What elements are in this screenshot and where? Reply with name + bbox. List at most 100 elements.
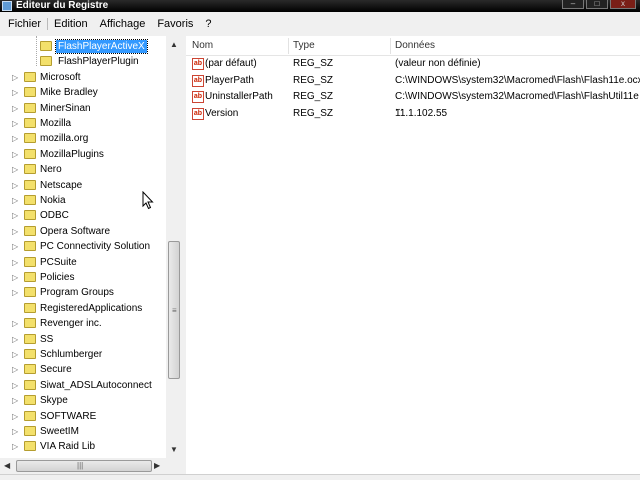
value-row[interactable]: ab PlayerPath REG_SZ C:\WINDOWS\system32\Ma… [186, 73, 640, 90]
expand-arrow-icon[interactable]: ▷ [12, 88, 19, 97]
tree-item-label: Policies [40, 272, 75, 283]
close-button[interactable]: x [610, 0, 636, 9]
tree-item[interactable]: ▷ Mozilla [0, 116, 166, 131]
menu-fichier[interactable]: Fichier [2, 18, 47, 30]
expand-arrow-icon[interactable]: ▷ [12, 211, 19, 220]
expand-arrow-icon[interactable]: ▷ [12, 104, 19, 113]
tree-item[interactable]: RegisteredApplications [0, 301, 166, 316]
tree-item-label: Revenger inc. [40, 318, 102, 330]
tree-item-label: PC Connectivity Solution [40, 241, 151, 253]
tree-item[interactable]: ▷ Siwat_ADSLAutoconnect [0, 378, 166, 393]
horizontal-scroll-thumb[interactable]: ||| [16, 460, 152, 472]
value-type: REG_SZ [293, 91, 334, 103]
expand-arrow-icon[interactable]: ▷ [12, 73, 19, 82]
expand-arrow-icon[interactable]: ▷ [12, 427, 19, 436]
menu-edition[interactable]: Edition [48, 18, 94, 30]
tree-item[interactable]: ▷ Nero [0, 162, 166, 177]
tree-item-label: Mike Bradley [40, 87, 98, 99]
tree-vertical-scrollbar[interactable]: ▲ ≡ ▼ [166, 36, 182, 458]
tree-item[interactable]: ▷ Mike Bradley [0, 85, 166, 100]
menu-affichage[interactable]: Affichage [94, 18, 152, 30]
expand-arrow-icon[interactable]: ▷ [12, 165, 19, 174]
tree-item[interactable]: ▷ Revenger inc. [0, 316, 166, 331]
tree-item-label: SS [40, 333, 54, 345]
expand-arrow-icon[interactable] [28, 57, 35, 66]
minimize-button[interactable]: – [562, 0, 584, 9]
expand-arrow-icon[interactable]: ▷ [12, 258, 19, 267]
expand-arrow-icon[interactable]: ▷ [12, 442, 19, 451]
folder-icon [24, 71, 36, 82]
value-type: REG_SZ [293, 108, 334, 120]
expand-arrow-icon[interactable]: ▷ [12, 181, 19, 190]
registry-key-tree[interactable]: FlashPlayerActiveX FlashPlayerPlugin ▷ Micr… [0, 36, 182, 474]
expand-arrow-icon[interactable]: ▷ [12, 273, 19, 282]
scroll-left-arrow-icon[interactable]: ◀ [4, 461, 10, 470]
tree-item[interactable]: ▷ PCSuite [0, 255, 166, 270]
expand-arrow-icon[interactable]: ▷ [12, 365, 19, 374]
tree-item[interactable]: ▷ Policies [0, 270, 166, 285]
tree-item-label: mozilla.org [40, 133, 89, 145]
tree-item[interactable]: ▷ Microsoft [0, 70, 166, 85]
tree-item[interactable]: ▷ Opera Software [0, 224, 166, 239]
expand-arrow-icon[interactable]: ▷ [12, 242, 19, 251]
column-divider[interactable] [288, 38, 289, 54]
menu-help[interactable]: ? [199, 18, 217, 30]
window-controls: – □ x [562, 0, 636, 9]
tree-item[interactable]: FlashPlayerActiveX [0, 39, 166, 54]
expand-arrow-icon[interactable]: ▷ [12, 227, 19, 236]
expand-arrow-icon[interactable]: ▷ [12, 119, 19, 128]
expand-arrow-icon[interactable]: ▷ [12, 350, 19, 359]
folder-icon [24, 287, 36, 298]
expand-arrow-icon[interactable]: ▷ [12, 150, 19, 159]
value-row[interactable]: ab (par défaut) REG_SZ (valeur non définie) [186, 56, 640, 73]
folder-icon [24, 395, 36, 406]
value-row[interactable]: ab Version REG_SZ 11.1.102.55 [186, 106, 640, 123]
column-header-name[interactable]: Nom [192, 40, 213, 51]
folder-icon [24, 318, 36, 329]
title-bar[interactable]: Editeur du Registre – □ x [0, 0, 640, 12]
expand-arrow-icon[interactable]: ▷ [12, 335, 19, 344]
value-row[interactable]: ab UninstallerPath REG_SZ C:\WINDOWS\system… [186, 89, 640, 113]
tree-item[interactable]: ▷ Program Groups [0, 285, 166, 300]
vertical-scroll-thumb[interactable]: ≡ [168, 241, 180, 379]
expand-arrow-icon[interactable] [12, 304, 19, 313]
tree-item[interactable]: ▷ PC Connectivity Solution [0, 239, 166, 254]
expand-arrow-icon[interactable]: ▷ [12, 396, 19, 405]
folder-icon [24, 256, 36, 267]
tree-item[interactable]: ▷ SS [0, 332, 166, 347]
value-data: C:\WINDOWS\system32\Macromed\Flash\Flash… [395, 74, 640, 86]
tree-item-label: Schlumberger [40, 349, 103, 360]
expand-arrow-icon[interactable] [28, 42, 35, 51]
tree-horizontal-scrollbar[interactable]: ◀ ||| ▶ [0, 458, 182, 474]
column-header-type[interactable]: Type [293, 40, 315, 51]
scroll-up-arrow-icon[interactable]: ▲ [170, 40, 178, 49]
tree-item[interactable]: ▷ Schlumberger [0, 347, 166, 362]
tree-item[interactable]: ▷ SweetIM [0, 424, 166, 439]
tree-item-label: MozillaPlugins [40, 148, 104, 160]
values-list[interactable]: Nom Type Données ab (par défaut) REG_SZ (va… [186, 36, 640, 474]
column-header-data[interactable]: Données [395, 40, 435, 51]
menu-favoris[interactable]: Favoris [151, 18, 199, 30]
tree-item[interactable]: ▷ VIA Raid Lib [0, 439, 166, 454]
folder-icon [24, 441, 36, 452]
tree-item[interactable]: ▷ ODBC [0, 208, 166, 223]
tree-item[interactable]: ▷ MinerSinan [0, 101, 166, 116]
tree-item[interactable]: ▷ SOFTWARE [0, 409, 166, 424]
column-divider[interactable] [390, 38, 391, 54]
expand-arrow-icon[interactable]: ▷ [12, 196, 19, 205]
tree-item[interactable]: ▷ MozillaPlugins [0, 147, 166, 162]
expand-arrow-icon[interactable]: ▷ [12, 288, 19, 297]
scroll-right-arrow-icon[interactable]: ▶ [154, 461, 160, 470]
scroll-down-arrow-icon[interactable]: ▼ [170, 445, 178, 454]
tree-item[interactable]: ▷ Secure [0, 362, 166, 377]
maximize-button[interactable]: □ [586, 0, 608, 9]
expand-arrow-icon[interactable]: ▷ [12, 381, 19, 390]
expand-arrow-icon[interactable]: ▷ [12, 319, 19, 328]
folder-icon [24, 179, 36, 190]
expand-arrow-icon[interactable]: ▷ [12, 134, 19, 143]
expand-arrow-icon[interactable]: ▷ [12, 412, 19, 421]
tree-item[interactable]: FlashPlayerPlugin [0, 54, 166, 69]
folder-icon [24, 164, 36, 175]
tree-item[interactable]: ▷ Skype [0, 393, 166, 408]
tree-item[interactable]: ▷ mozilla.org [0, 131, 166, 146]
